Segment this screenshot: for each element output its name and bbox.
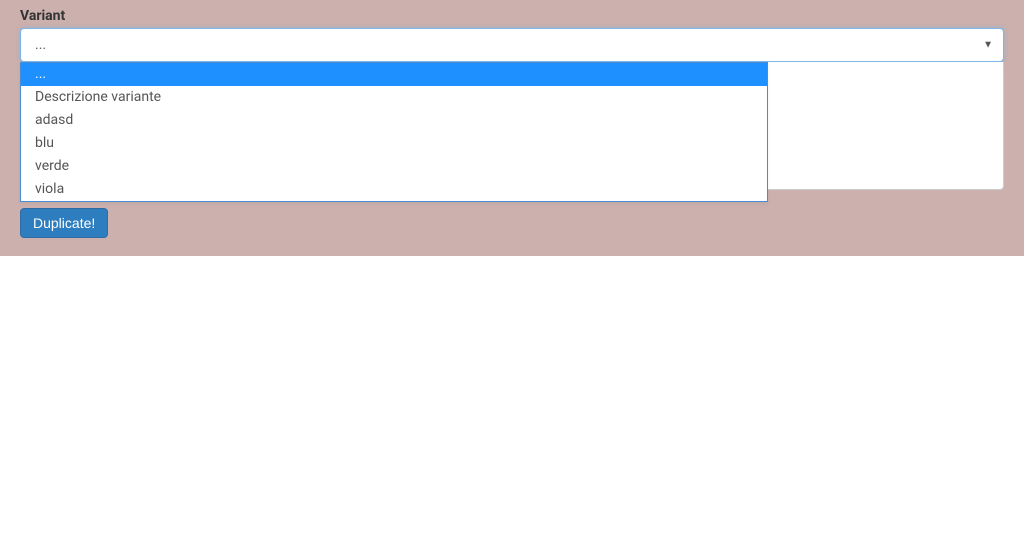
variant-select[interactable]: ... ▼ [20, 28, 1004, 62]
variant-selected-value: ... [35, 37, 46, 53]
variant-option[interactable]: viola [21, 178, 767, 201]
variant-select-wrapper: ... ▼ ...Descrizione varianteadasdbluver… [20, 28, 1004, 202]
form-panel: Variant ... ▼ ...Descrizione varianteada… [0, 0, 1024, 256]
variant-option[interactable]: blu [21, 132, 767, 155]
duplicate-button[interactable]: Duplicate! [20, 208, 108, 238]
variant-option[interactable]: verde [21, 155, 767, 178]
variant-option[interactable]: adasd [21, 109, 767, 132]
chevron-down-icon: ▼ [983, 40, 993, 51]
dropdown-overlay: ...Descrizione varianteadasdbluverdeviol… [20, 62, 1004, 202]
variant-label: Variant [20, 8, 1004, 24]
variant-option[interactable]: ... [21, 63, 767, 86]
variant-option[interactable]: Descrizione variante [21, 86, 767, 109]
variant-dropdown: ...Descrizione varianteadasdbluverdeviol… [20, 62, 768, 202]
